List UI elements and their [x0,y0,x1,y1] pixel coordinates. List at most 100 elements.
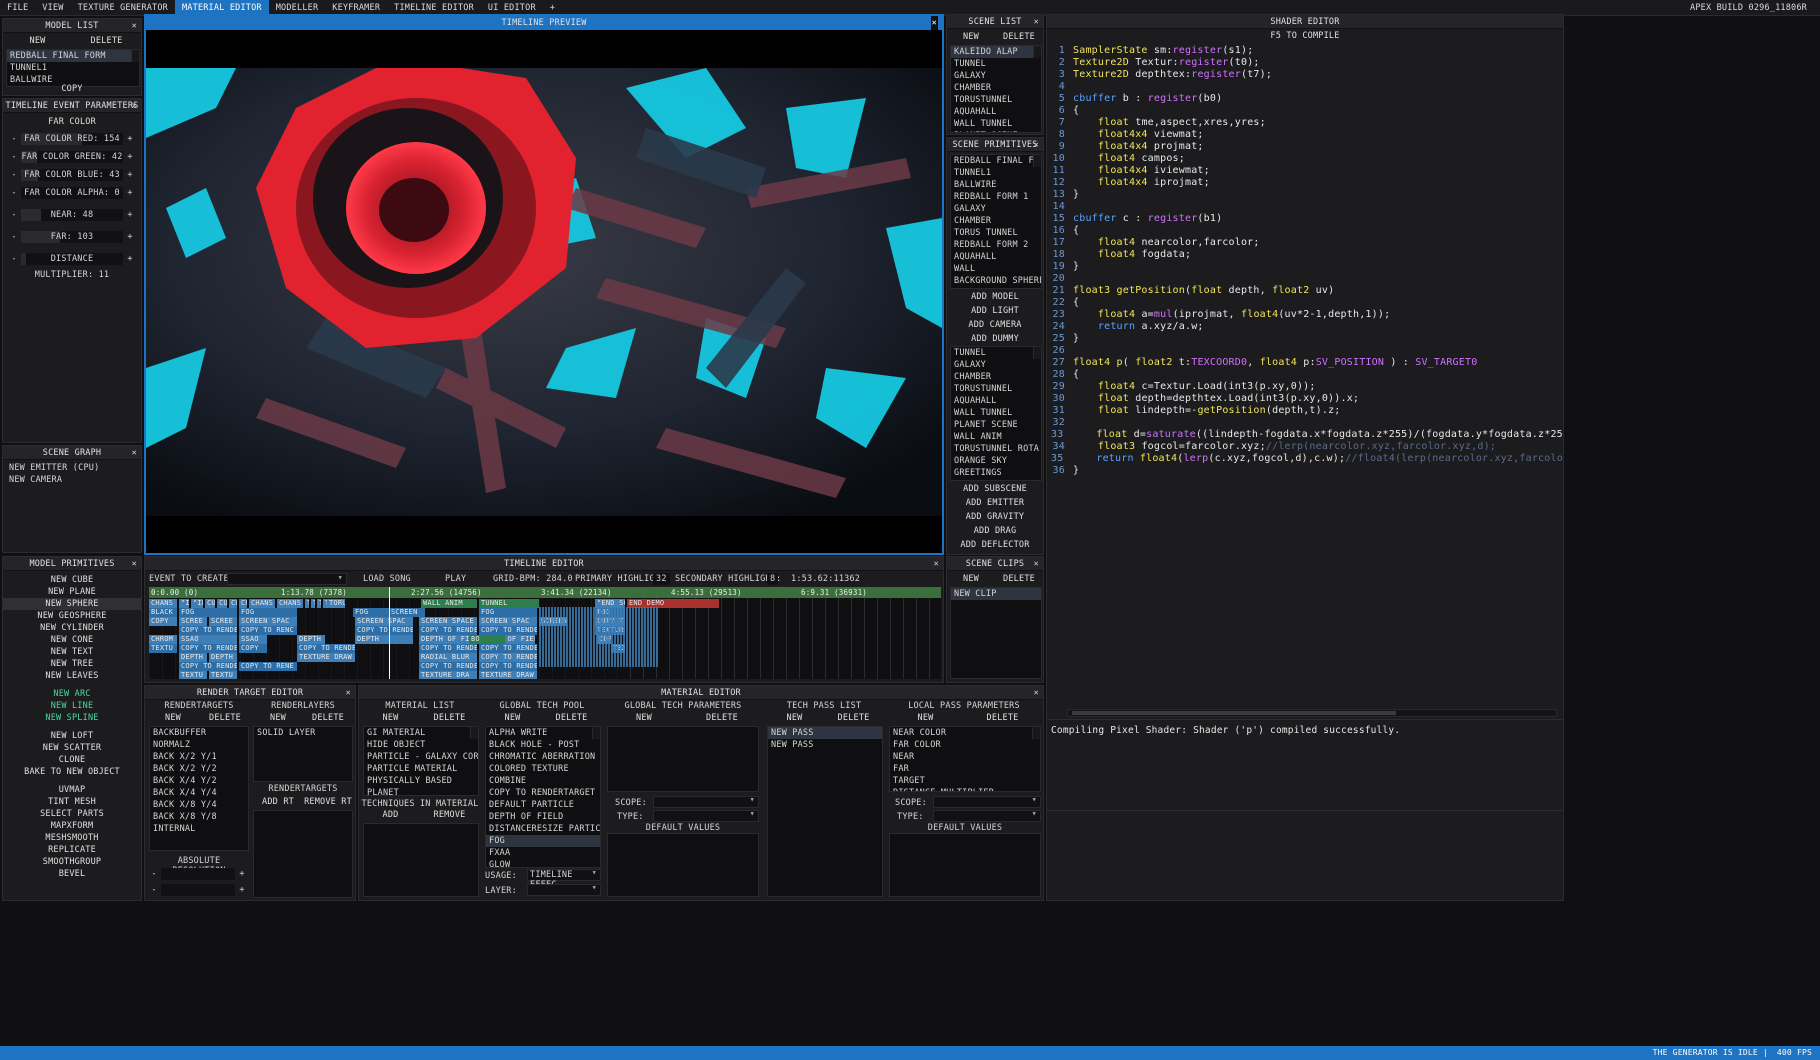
timeline-event[interactable]: COPY TO RENDE [179,626,237,635]
list-item[interactable]: NEW PASS [768,739,882,751]
list-item[interactable]: NORMALZ [150,739,248,751]
new-text-button[interactable]: NEW TEXT [3,646,141,658]
timeline-event[interactable]: COPY TO RENDE [297,644,355,653]
list-item[interactable]: AQUAHALL [951,251,1041,263]
new-line-button[interactable]: NEW LINE [3,700,141,712]
timeline-event[interactable]: T [317,599,321,608]
resolution-x-stepper[interactable]: - + [147,866,249,882]
timeline-event[interactable]: SCREEN SPAC [479,617,537,626]
timeline-event[interactable]: DEPTH [209,653,237,662]
list-item[interactable]: TUNNEL1 [7,62,139,74]
smoothgroup-button[interactable]: SMOOTHGROUP [3,856,141,868]
timeline-event[interactable]: WALL ANIM [421,599,477,608]
timeline-event[interactable]: SSAO [179,635,237,644]
list-item[interactable]: HIDE OBJECT [364,739,478,751]
timeline-event[interactable]: SCREEN SPAC [355,617,413,626]
list-item[interactable]: TORUSTUNNEL [951,383,1041,395]
timeline-event[interactable]: DEPTH [297,635,325,644]
timeline-event[interactable]: RADIAL BLUR [419,653,477,662]
timeline-event[interactable]: T [311,599,315,608]
clone-button[interactable]: CLONE [3,754,141,766]
new-arc-button[interactable]: NEW ARC [3,688,141,700]
new-layer-button[interactable]: NEW [253,710,303,726]
new-material-button[interactable]: NEW [361,710,420,726]
timeline-event[interactable]: DEPTH [355,635,413,644]
uvmap-button[interactable]: UVMAP [3,784,141,796]
list-item[interactable]: AQUAHALL EXTENSION [951,287,1041,288]
add-light-button[interactable]: ADD LIGHT [947,304,1043,318]
bake-to-new-object-button[interactable]: BAKE TO NEW OBJECT [3,766,141,778]
list-item[interactable]: CHROMATIC ABERRATION [486,751,600,763]
new-model-button[interactable]: NEW [3,33,72,49]
delete-param-button[interactable]: DELETE [683,710,761,726]
new-param-button[interactable]: NEW [605,710,683,726]
primary-highlight-input[interactable]: 32 [653,573,670,585]
pass-list[interactable]: NEW PASS NEW PASS [767,726,883,897]
timeline-event[interactable]: COPY TO RENDE [479,662,537,671]
close-icon[interactable]: ✕ [346,686,351,700]
render-viewport[interactable] [146,68,942,516]
list-item[interactable]: PLANET SCENE [951,419,1041,431]
timeline-track-area[interactable]: 0:0.00 (0) 1:13.78 (7378) 2:27.56 (14756) 3… [149,587,941,679]
menu-item-view[interactable]: VIEW [35,0,70,16]
delete-rt-button[interactable]: DELETE [199,710,251,726]
list-item[interactable]: BALLWIRE [951,179,1041,191]
new-pass-button[interactable]: NEW [765,710,824,726]
parameter-stepper[interactable]: - FAR: 103 + [7,229,137,245]
renderlayer-list[interactable]: SOLID LAYER [253,726,353,782]
timeline-event[interactable]: SCREE [179,617,207,626]
playhead[interactable] [389,587,390,679]
delete-clip-button[interactable]: DELETE [995,571,1043,587]
list-item[interactable]: GALAXY [951,359,1041,371]
timeline-ruler[interactable]: 0:0.00 (0) 1:13.78 (7378) 2:27.56 (14756) 3… [149,587,941,598]
list-item[interactable]: CHAMBER [951,371,1041,383]
list-item[interactable]: SOLID LAYER [254,727,352,739]
delete-model-button[interactable]: DELETE [72,33,141,49]
techniques-list[interactable] [363,823,479,897]
layer-rendertarget-list[interactable] [253,810,353,898]
timeline-event[interactable]: COPY TO RENDE [419,662,477,671]
list-item[interactable]: WALL TUNNEL [951,407,1041,419]
parameter-stepper[interactable]: - FAR COLOR RED: 154 + [7,131,137,147]
increment-button[interactable]: + [125,131,135,147]
list-item[interactable]: PLANET [364,787,478,795]
list-item[interactable]: GALAXY [951,203,1041,215]
delete-material-button[interactable]: DELETE [420,710,479,726]
timeline-event[interactable]: TEXTU [209,671,237,679]
event-type-dropdown[interactable] [227,572,347,585]
decrement-button[interactable]: - [9,149,19,165]
select-parts-button[interactable]: SELECT PARTS [3,808,141,820]
timeline-event[interactable]: TORU [327,599,345,608]
timeline-event[interactable]: COPY TO RENDE [355,626,413,635]
timeline-event[interactable]: COPY TO RENDE [179,662,237,671]
timeline-event[interactable]: CUI [205,599,215,608]
resolution-y-stepper[interactable]: - + [147,882,249,898]
close-icon[interactable]: ✕ [1034,15,1039,29]
delete-layer-button[interactable]: DELETE [303,710,353,726]
list-item[interactable]: TORUSTUNNEL [951,94,1041,106]
copy-button[interactable]: COPY [3,82,141,95]
list-item[interactable]: BOYC VS SZABI VS D [951,479,1041,480]
decrement-button[interactable]: - [9,229,19,245]
timeline-event[interactable]: COPY TO RENDE [479,653,537,662]
timeline-event[interactable]: CHANS [277,599,303,608]
list-item[interactable]: COPY TO RENDERTARGET [486,787,600,799]
list-item[interactable]: BACK X/2 Y/2 [150,763,248,775]
list-item[interactable]: NEW PASS [768,727,882,739]
tint-mesh-button[interactable]: TINT MESH [3,796,141,808]
timeline-event[interactable]: TEXTURE DRA [419,671,477,679]
close-icon[interactable]: ✕ [930,16,938,30]
secondary-highlight-input[interactable]: 8 [767,573,779,585]
timeline-event[interactable]: "IN AQ [179,599,189,608]
list-item[interactable]: BACK X/4 Y/2 [150,775,248,787]
timeline-event[interactable]: TEXTURE DRAW [297,653,355,662]
delete-pass-button[interactable]: DELETE [824,710,883,726]
timeline-event[interactable]: CU [229,599,237,608]
timeline-event[interactable]: SCREE [209,617,237,626]
list-item[interactable]: TORUSTUNNEL ROTA [951,443,1041,455]
list-item[interactable]: KALEIDO ALAP [951,46,1041,58]
list-item[interactable]: BACKGROUND SPHERE [951,275,1041,287]
local-type-dropdown[interactable] [933,809,1041,822]
timeline-event[interactable]: FOG [239,608,297,617]
list-item[interactable]: WALL ANIM [951,431,1041,443]
